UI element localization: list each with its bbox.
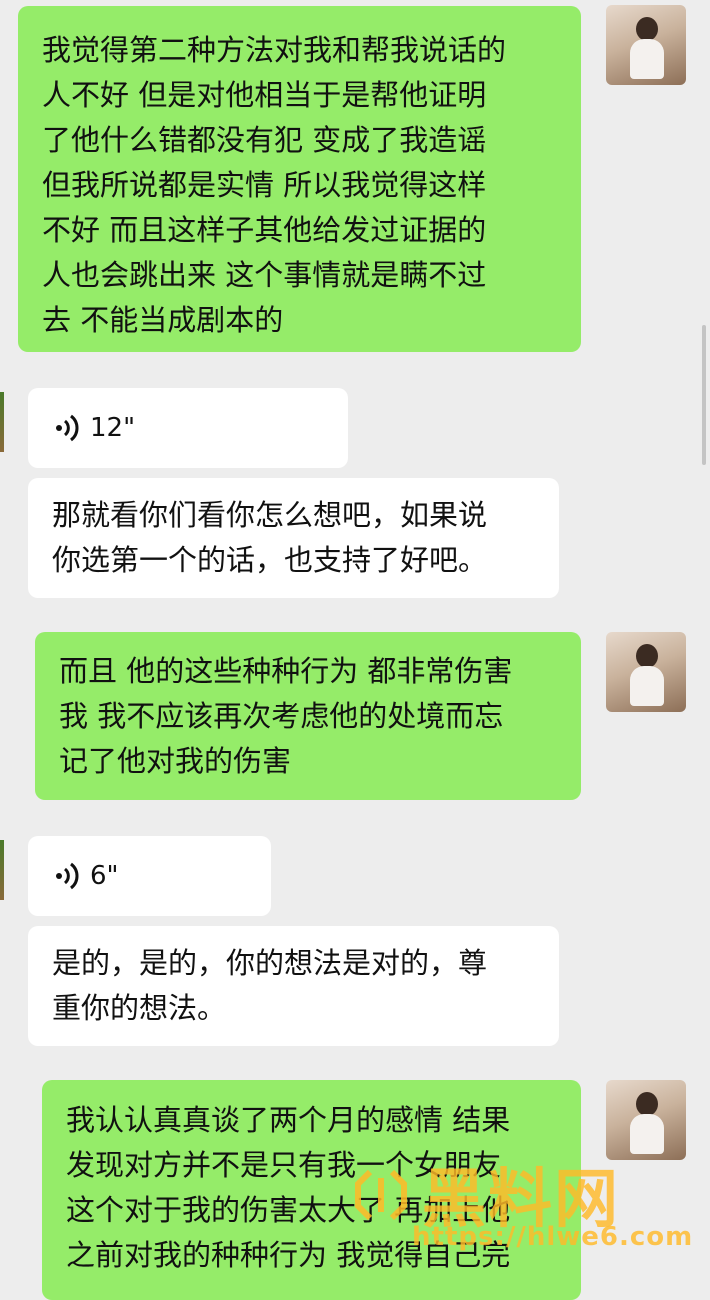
voice-duration: 12" — [90, 412, 136, 443]
user-avatar[interactable] — [606, 1080, 686, 1160]
sent-message-bubble[interactable]: 我觉得第二种方法对我和帮我说话的 人不好 但是对他相当于是帮他证明 了他什么错都… — [18, 6, 581, 352]
voice-message-bubble[interactable]: 6" — [28, 836, 271, 916]
sent-message-bubble[interactable]: 而且 他的这些种种行为 都非常伤害 我 我不应该再次考虑他的处境而忘 记了他对我… — [35, 632, 581, 800]
voice-message-bubble[interactable]: 12" — [28, 388, 348, 468]
received-message-bubble[interactable]: 那就看你们看你怎么想吧，如果说 你选第一个的话，也支持了好吧。 — [28, 478, 559, 598]
sent-message-bubble[interactable]: 我认认真真谈了两个月的感情 结果 发现对方并不是只有我一个女朋友 这个对于我的伤… — [42, 1080, 581, 1300]
voice-wave-icon — [56, 414, 79, 442]
contact-avatar-edge — [0, 840, 4, 900]
user-avatar[interactable] — [606, 632, 686, 712]
voice-duration: 6" — [90, 860, 119, 891]
scrollbar[interactable] — [702, 325, 706, 465]
contact-avatar-edge — [0, 392, 4, 452]
user-avatar[interactable] — [606, 5, 686, 85]
received-message-bubble[interactable]: 是的，是的，你的想法是对的，尊 重你的想法。 — [28, 926, 559, 1046]
voice-wave-icon — [56, 862, 79, 890]
